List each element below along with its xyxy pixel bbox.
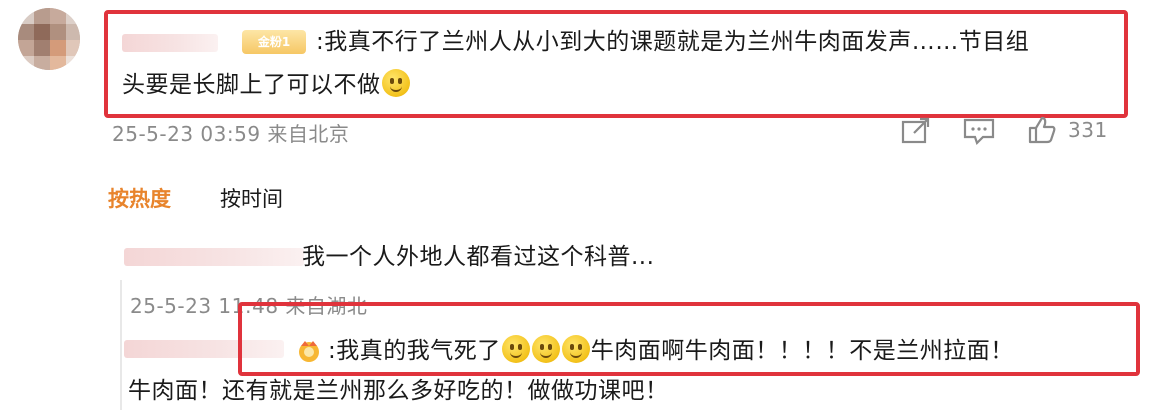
smile-emoji-icon bbox=[531, 335, 560, 363]
comment-text: :我真不行了兰州人从小到大的课题就是为兰州牛肉面发声……节目组 bbox=[316, 25, 1106, 59]
tab-sort-hot[interactable]: 按热度 bbox=[108, 183, 171, 213]
smile-emoji-icon bbox=[561, 335, 590, 363]
fan-badge[interactable]: 金粉1 bbox=[242, 30, 306, 54]
comment-meta: 25-5-23 03:59 来自北京 bbox=[112, 122, 350, 146]
comment-text-line2: 头要是长脚上了可以不做 bbox=[122, 72, 381, 98]
comment-icon[interactable] bbox=[962, 116, 996, 146]
reply-thread-divider bbox=[120, 280, 122, 410]
like-count: 331 bbox=[1068, 118, 1108, 142]
reply2-text-line1: :我真的我气死了 牛肉面啊牛肉面！！！！不是兰州拉面！ bbox=[296, 334, 1014, 368]
avatar[interactable] bbox=[18, 8, 80, 70]
reply-text: 我一个人外地人都看过这个科普... bbox=[302, 244, 655, 270]
share-icon[interactable] bbox=[900, 116, 932, 146]
comment-text-line2-wrap: 头要是长脚上了可以不做 bbox=[122, 68, 411, 102]
username-blurred[interactable] bbox=[122, 34, 218, 52]
reply2-text-part2: 牛肉面啊牛肉面！！！！不是兰州拉面！ bbox=[590, 338, 1014, 364]
comment-text-line1: :我真不行了兰州人从小到大的课题就是为兰州牛肉面发声……节目组 bbox=[316, 29, 1030, 55]
smile-emoji-icon bbox=[381, 69, 410, 97]
crown-badge-icon bbox=[299, 341, 319, 362]
reply2-text-line2: 牛肉面！还有就是兰州那么多好吃的！做做功课吧！ bbox=[128, 378, 669, 404]
reply-username-blurred[interactable] bbox=[124, 248, 304, 266]
tab-sort-time[interactable]: 按时间 bbox=[220, 183, 283, 213]
reply2-text-part1: :我真的我气死了 bbox=[328, 338, 501, 364]
smile-emoji-icon bbox=[501, 335, 530, 363]
like-icon[interactable] bbox=[1026, 114, 1058, 146]
badge-label: 金粉1 bbox=[257, 35, 291, 49]
